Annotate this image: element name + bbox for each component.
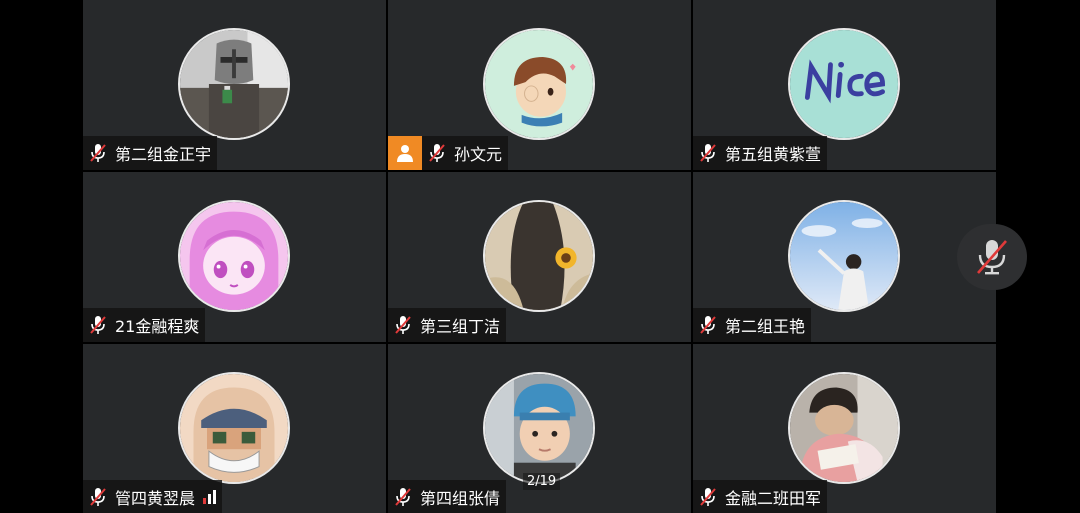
host-badge-icon — [388, 136, 422, 170]
mic-muted-icon — [87, 142, 109, 164]
avatar — [788, 28, 900, 140]
participant-name: 第五组黄紫萱 — [725, 145, 822, 164]
participant-tile[interactable]: 第二组金正宇 — [83, 0, 386, 170]
pink-anime-girl-avatar — [180, 202, 288, 310]
participant-name-tag: 管四黄翌晨 — [83, 480, 223, 513]
child-blue-hat-avatar — [485, 374, 593, 482]
participant-name: 21金融程爽 — [115, 317, 200, 336]
mic-muted-icon — [697, 142, 719, 164]
mic-muted-icon — [697, 486, 719, 508]
participant-name: 第三组丁洁 — [420, 317, 501, 336]
knight-helmet-photo — [180, 30, 288, 138]
mic-muted-icon — [87, 314, 109, 336]
avatar — [178, 28, 290, 140]
participant-name: 第二组金正宇 — [115, 145, 212, 164]
participant-name: 金融二班田军 — [725, 489, 822, 508]
participant-name: 孙文元 — [454, 145, 503, 164]
avatar — [178, 200, 290, 312]
avatar — [788, 200, 900, 312]
participant-name: 第二组王艳 — [725, 317, 806, 336]
avatar — [483, 372, 595, 484]
sunflower-hair-avatar — [485, 202, 593, 310]
mic-muted-icon — [697, 314, 719, 336]
participant-name-tag: 孙文元 — [388, 136, 509, 170]
participant-tile[interactable]: 第三组丁洁 — [388, 172, 691, 342]
boy-reading-avatar — [790, 374, 898, 482]
participant-name-tag: 21金融程爽 — [83, 308, 206, 342]
participant-grid: 第二组金正宇 孙文元 第五组黄紫萱 21金融程爽 第三组丁洁 第二组王艳 管四黄… — [83, 0, 996, 513]
network-signal-icon — [203, 490, 217, 504]
mic-muted-icon — [392, 486, 414, 508]
cartoon-boy-avatar — [485, 30, 593, 138]
avatar — [788, 372, 900, 484]
page-indicator: 2/19 — [523, 473, 561, 490]
participant-tile[interactable]: 金融二班田军 — [693, 344, 996, 513]
participant-name-tag: 第三组丁洁 — [388, 308, 507, 342]
nice-text-avatar — [790, 30, 898, 138]
mute-toggle-button[interactable] — [957, 224, 1027, 290]
participant-tile[interactable]: 第五组黄紫萱 — [693, 0, 996, 170]
participant-name-tag: 金融二班田军 — [693, 480, 828, 513]
participant-tile[interactable]: 孙文元 — [388, 0, 691, 170]
avatar — [483, 200, 595, 312]
mic-muted-icon — [87, 486, 109, 508]
sky-girl-avatar — [790, 202, 898, 310]
mic-muted-icon — [977, 240, 1007, 275]
participant-name-tag: 第四组张倩 — [388, 480, 507, 513]
participant-name: 管四黄翌晨 — [115, 489, 196, 508]
avatar — [178, 372, 290, 484]
mic-muted-icon — [426, 142, 448, 164]
cartoon-masked-avatar — [180, 374, 288, 482]
mic-muted-icon — [392, 314, 414, 336]
participant-name: 第四组张倩 — [420, 489, 501, 508]
participant-tile[interactable]: 第二组王艳 — [693, 172, 996, 342]
participant-tile[interactable]: 管四黄翌晨 — [83, 344, 386, 513]
participant-tile[interactable]: 21金融程爽 — [83, 172, 386, 342]
participant-name-tag: 第五组黄紫萱 — [693, 136, 828, 170]
meeting-gallery-view: 第二组金正宇 孙文元 第五组黄紫萱 21金融程爽 第三组丁洁 第二组王艳 管四黄… — [0, 0, 1080, 513]
avatar — [483, 28, 595, 140]
participant-name-tag: 第二组金正宇 — [83, 136, 218, 170]
participant-name-tag: 第二组王艳 — [693, 308, 812, 342]
